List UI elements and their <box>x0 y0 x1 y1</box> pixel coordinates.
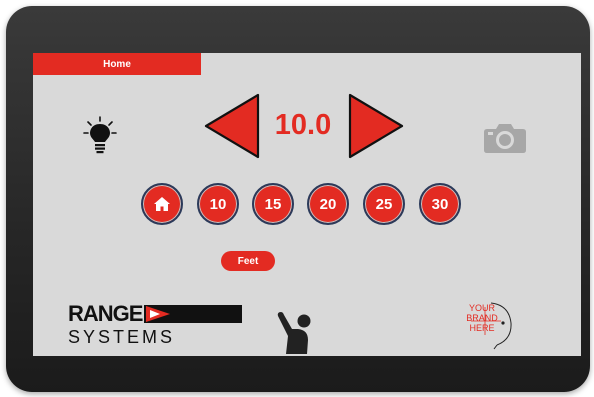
distance-label: 25 <box>375 195 393 213</box>
distance-30-button[interactable]: 30 <box>419 183 461 225</box>
brand-placeholder-logo: YOUR BRAND HERE <box>457 299 527 351</box>
units-toggle-button[interactable]: Feet <box>221 251 275 271</box>
distance-label: 20 <box>319 195 337 213</box>
distance-25-button[interactable]: 25 <box>363 183 405 225</box>
distance-10-button[interactable]: 10 <box>197 183 239 225</box>
distance-15-button[interactable]: 15 <box>252 183 294 225</box>
distance-label: 15 <box>264 195 282 213</box>
brand-swoosh-icon <box>471 302 512 350</box>
distance-20-button[interactable]: 20 <box>307 183 349 225</box>
increase-speed-arrow[interactable] <box>348 93 404 159</box>
screen: Home 10.0 10 15 20 25 30 Feet RANGE SYST… <box>33 53 581 356</box>
decrease-speed-arrow[interactable] <box>204 93 260 159</box>
logo-systems-text: SYSTEMS <box>68 327 176 347</box>
waving-person-icon[interactable] <box>274 308 320 354</box>
home-icon <box>154 197 170 211</box>
distance-home-button[interactable] <box>141 183 183 225</box>
speed-value: 10.0 <box>274 109 332 141</box>
units-label: Feet <box>237 255 259 267</box>
distance-label: 30 <box>431 195 449 213</box>
home-tab[interactable]: Home <box>33 53 201 75</box>
home-tab-label: Home <box>103 58 131 70</box>
tablet-frame: Home 10.0 10 15 20 25 30 Feet RANGE SYST… <box>6 6 590 392</box>
logo-range-text: RANGE <box>68 301 143 326</box>
distance-button-row: 10 15 20 25 30 <box>141 183 471 227</box>
range-systems-logo: RANGE SYSTEMS <box>68 301 243 353</box>
distance-label: 10 <box>209 195 227 213</box>
camera-icon[interactable] <box>482 122 528 154</box>
lightbulb-icon[interactable] <box>83 116 117 156</box>
logo-arrow-bar <box>144 305 243 323</box>
